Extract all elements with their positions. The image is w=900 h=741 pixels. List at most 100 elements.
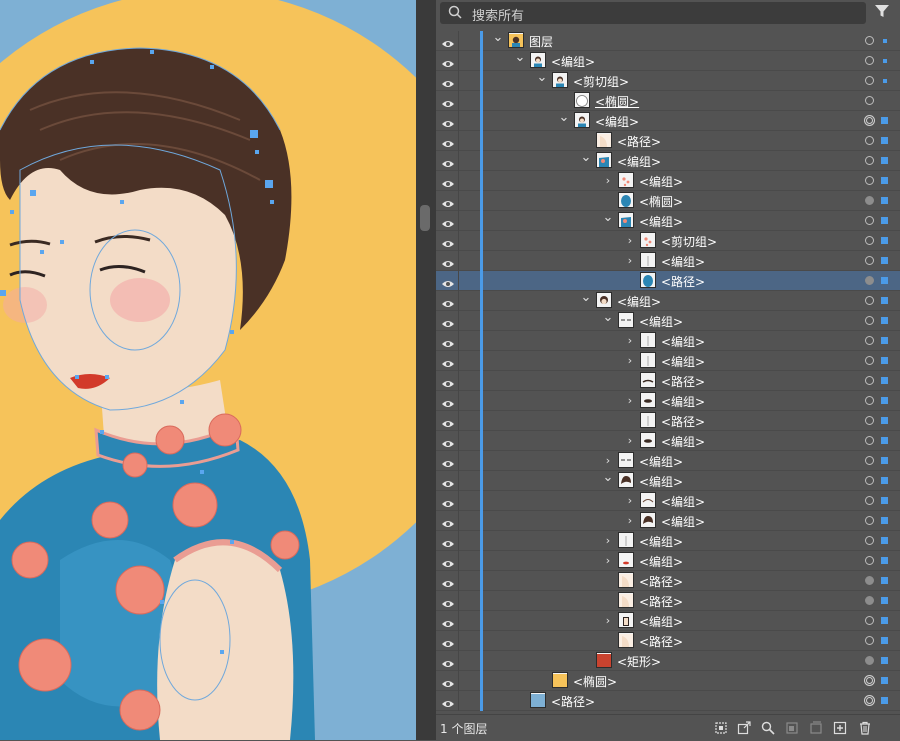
target-circle-icon[interactable] (864, 115, 875, 126)
layer-name[interactable]: <编组> (639, 453, 683, 470)
lock-column[interactable] (458, 691, 459, 711)
layer-name[interactable]: <路径> (661, 413, 705, 430)
lock-column[interactable] (458, 131, 459, 151)
chevron-down-icon[interactable]: ⌄ (602, 311, 614, 325)
layer-name[interactable]: <编组> (661, 493, 705, 510)
layer-row[interactable]: › <编组> (436, 171, 900, 191)
visibility-eye-icon[interactable] (441, 615, 455, 627)
chevron-right-icon[interactable]: › (602, 454, 614, 468)
visibility-eye-icon[interactable] (441, 415, 455, 427)
layer-name[interactable]: <编组> (639, 173, 683, 190)
layer-row[interactable]: ⌄ <编组> (436, 311, 900, 331)
visibility-eye-icon[interactable] (441, 275, 455, 287)
layer-row[interactable]: <路径> (436, 131, 900, 151)
visibility-eye-icon[interactable] (441, 555, 455, 567)
visibility-eye-icon[interactable] (441, 535, 455, 547)
layer-row[interactable]: <路径> (436, 571, 900, 591)
chevron-right-icon[interactable]: › (624, 494, 636, 508)
visibility-eye-icon[interactable] (441, 635, 455, 647)
visibility-eye-icon[interactable] (441, 435, 455, 447)
selection-indicator[interactable] (881, 537, 888, 544)
layer-row[interactable]: <路径> (436, 371, 900, 391)
visibility-eye-icon[interactable] (441, 335, 455, 347)
divider-handle[interactable] (420, 205, 430, 231)
layer-name[interactable]: <编组> (639, 473, 683, 490)
selection-indicator[interactable] (881, 557, 888, 564)
chevron-right-icon[interactable]: › (624, 234, 636, 248)
lock-column[interactable] (458, 251, 459, 271)
export-icon[interactable] (737, 721, 751, 735)
layer-name[interactable]: <编组> (617, 153, 661, 170)
lock-column[interactable] (458, 111, 459, 131)
lock-column[interactable] (458, 571, 459, 591)
selection-indicator[interactable] (881, 517, 888, 524)
lock-column[interactable] (458, 371, 459, 391)
selection-indicator[interactable] (881, 597, 888, 604)
visibility-eye-icon[interactable] (441, 495, 455, 507)
layer-name[interactable]: <路径> (661, 373, 705, 390)
chevron-down-icon[interactable]: ⌄ (514, 51, 526, 65)
visibility-eye-icon[interactable] (441, 655, 455, 667)
layer-name[interactable]: <路径> (639, 573, 683, 590)
visibility-eye-icon[interactable] (441, 375, 455, 387)
lock-column[interactable] (458, 471, 459, 491)
selection-indicator[interactable] (881, 357, 888, 364)
visibility-eye-icon[interactable] (441, 35, 455, 47)
target-circle-icon[interactable] (864, 695, 875, 706)
new-layer-icon[interactable] (833, 721, 847, 735)
layer-row[interactable]: › <编组> (436, 491, 900, 511)
layer-name[interactable]: <编组> (639, 613, 683, 630)
chevron-right-icon[interactable]: › (624, 434, 636, 448)
lock-column[interactable] (458, 351, 459, 371)
chevron-right-icon[interactable]: › (624, 254, 636, 268)
layer-row[interactable]: <矩形> (436, 651, 900, 671)
selection-indicator[interactable] (881, 257, 888, 264)
layer-name[interactable]: <编组> (661, 393, 705, 410)
target-circle-icon[interactable] (865, 516, 874, 525)
layer-name[interactable]: <路径> (639, 633, 683, 650)
selection-indicator[interactable] (881, 677, 888, 684)
lock-column[interactable] (458, 211, 459, 231)
layer-name[interactable]: <编组> (661, 513, 705, 530)
target-circle-icon[interactable] (865, 176, 874, 185)
layer-name[interactable]: <椭圆> (595, 93, 639, 110)
selection-indicator[interactable] (881, 237, 888, 244)
lock-column[interactable] (458, 171, 459, 191)
lock-column[interactable] (458, 431, 459, 451)
layer-row[interactable]: › <剪切组> (436, 231, 900, 251)
chevron-right-icon[interactable]: › (624, 354, 636, 368)
lock-column[interactable] (458, 611, 459, 631)
target-circle-icon[interactable] (865, 596, 874, 605)
trash-icon[interactable] (858, 721, 872, 735)
chevron-down-icon[interactable]: ⌄ (602, 211, 614, 225)
layer-name[interactable]: <编组> (661, 333, 705, 350)
target-circle-icon[interactable] (865, 196, 874, 205)
selection-indicator[interactable] (881, 577, 888, 584)
lock-column[interactable] (458, 311, 459, 331)
lock-column[interactable] (458, 151, 459, 171)
selection-indicator[interactable] (881, 617, 888, 624)
selection-indicator[interactable] (883, 59, 887, 63)
selection-indicator[interactable] (881, 117, 888, 124)
selection-indicator[interactable] (881, 477, 888, 484)
selection-indicator[interactable] (881, 437, 888, 444)
layer-row[interactable]: ⌄ <编组> (436, 111, 900, 131)
visibility-eye-icon[interactable] (441, 475, 455, 487)
visibility-eye-icon[interactable] (441, 695, 455, 707)
lock-column[interactable] (458, 651, 459, 671)
layer-row[interactable]: ⌄ <编组> (436, 291, 900, 311)
target-circle-icon[interactable] (865, 356, 874, 365)
target-circle-icon[interactable] (865, 276, 874, 285)
layer-name[interactable]: <路径> (617, 133, 661, 150)
target-circle-icon[interactable] (865, 456, 874, 465)
lock-column[interactable] (458, 231, 459, 251)
layer-row[interactable]: <路径> (436, 271, 900, 291)
selection-indicator[interactable] (881, 397, 888, 404)
lock-column[interactable] (458, 291, 459, 311)
layer-row[interactable]: › <编组> (436, 391, 900, 411)
chevron-right-icon[interactable]: › (602, 614, 614, 628)
layer-row[interactable]: › <编组> (436, 611, 900, 631)
layer-name[interactable]: <编组> (639, 533, 683, 550)
visibility-eye-icon[interactable] (441, 255, 455, 267)
layer-name[interactable]: <剪切组> (661, 233, 717, 250)
